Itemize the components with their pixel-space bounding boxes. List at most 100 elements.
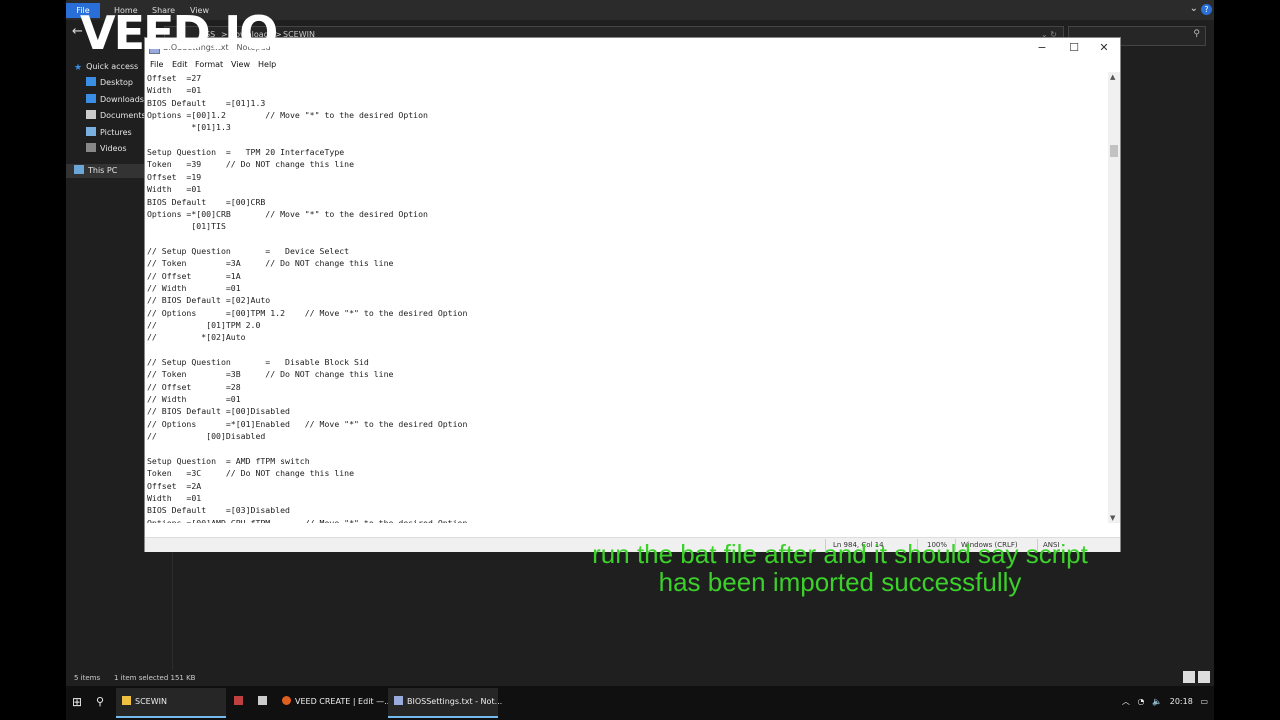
text-editor[interactable]: Offset =27 Width =01 BIOS Default =[01]1.3… — [147, 72, 1108, 523]
notepad-window: BIOSSettings.txt - Notepad − ☐ ✕ File Ed… — [144, 37, 1121, 552]
taskbar: ⊞ ⚲ SCEWIN VEED CREATE | Edit —... BIOSS… — [66, 686, 1214, 720]
star-icon: ★ — [74, 63, 83, 73]
text-line: Setup Question = AMD fTPM switch — [147, 455, 310, 466]
app-icon[interactable] — [234, 688, 247, 716]
text-line: *[01]1.3 — [147, 122, 231, 133]
sidebar-item-downloads[interactable]: Downloads — [86, 93, 144, 107]
menu-file[interactable]: File — [150, 60, 163, 69]
text-line: Options =[00]1.2 // Move "*" to the desi… — [147, 110, 428, 121]
sidebar-item-videos[interactable]: Videos — [86, 142, 127, 156]
sidebar-item-label: Videos — [100, 144, 127, 153]
notepad-icon — [394, 696, 403, 705]
text-line: // Options =*[01]Enabled // Move "*" to … — [147, 418, 468, 429]
details-view-icon[interactable] — [1183, 671, 1195, 683]
veed-watermark: VEED.IO — [80, 6, 278, 60]
folder-icon — [122, 696, 131, 705]
taskbar-item-notepad[interactable]: BIOSSettings.txt - Not... — [388, 688, 502, 718]
text-line: // Setup Question = Disable Block Sid — [147, 357, 369, 368]
scroll-down-icon[interactable]: ▼ — [1110, 514, 1115, 522]
text-line: Offset =19 — [147, 171, 202, 182]
minimize-icon[interactable]: − — [1028, 40, 1056, 56]
text-line: Setup Question = TPM 20 InterfaceType — [147, 147, 345, 158]
sidebar-item-pictures[interactable]: Pictures — [86, 126, 132, 140]
text-line: BIOS Default =[03]Disabled — [147, 505, 290, 516]
menu-edit[interactable]: Edit — [172, 60, 188, 69]
text-line: // Setup Question = Device Select — [147, 245, 350, 256]
caption-line: run the bat file after and it should say… — [592, 539, 1088, 569]
text-line: BIOS Default =[01]1.3 — [147, 97, 266, 108]
text-line: Offset =2A — [147, 480, 202, 491]
volume-icon[interactable]: 🔈 — [1152, 697, 1162, 706]
firefox-icon — [282, 696, 291, 705]
vertical-scrollbar[interactable]: ▲ ▼ — [1108, 72, 1120, 523]
menu-format[interactable]: Format — [195, 60, 223, 69]
notepad-menubar: File Edit Format View Help — [145, 58, 1120, 72]
help-icon[interactable]: ? — [1201, 4, 1212, 15]
app-icon — [234, 696, 243, 705]
tray-chevron-icon[interactable]: ︿ — [1122, 697, 1130, 706]
ribbon-expand-icon[interactable]: ⌄ — [1190, 3, 1198, 14]
text-line: // BIOS Default =[02]Auto — [147, 295, 271, 306]
text-line: // Width =01 — [147, 282, 241, 293]
text-line: Width =01 — [147, 492, 202, 503]
view-buttons — [1180, 671, 1210, 685]
text-line: Token =3C // Do NOT change this line — [147, 468, 355, 479]
start-icon[interactable]: ⊞ — [72, 688, 82, 716]
caption-line: has been imported successfully — [658, 567, 1022, 597]
menu-help[interactable]: Help — [258, 60, 276, 69]
selection-info: 1 item selected 151 KB — [114, 674, 196, 682]
search-icon: ⚲ — [1193, 29, 1200, 39]
documents-icon — [86, 110, 96, 119]
text-line: Width =01 — [147, 85, 202, 96]
text-line: // [00]Disabled — [147, 431, 266, 442]
text-line: Options =*[00]CRB // Move "*" to the des… — [147, 208, 428, 219]
desktop-icon — [86, 77, 96, 86]
screen-frame: File Home Share View ⌄ ? ← SS > Download… — [66, 0, 1214, 720]
notepad-titlebar[interactable]: BIOSSettings.txt - Notepad − ☐ ✕ — [145, 38, 1120, 58]
menu-view[interactable]: View — [231, 60, 250, 69]
download-icon — [86, 94, 96, 103]
sidebar-item-quick-access[interactable]: ★ Quick access — [74, 60, 138, 74]
sidebar-item-label: This PC — [88, 166, 118, 175]
taskbar-item-explorer[interactable]: SCEWIN — [116, 688, 226, 718]
sidebar-item-label: Downloads — [100, 95, 144, 104]
text-line: Token =39 // Do NOT change this line — [147, 159, 355, 170]
text-line: Options =[00]AMD CPU fTPM // Move "*" to… — [147, 517, 468, 523]
videos-icon — [86, 143, 96, 152]
text-line: [01]TIS — [147, 221, 226, 232]
sidebar-item-desktop[interactable]: Desktop — [86, 76, 133, 90]
sidebar-item-label: Quick access — [86, 62, 139, 71]
maximize-icon[interactable]: ☐ — [1060, 40, 1088, 56]
tiles-view-icon[interactable] — [1198, 671, 1210, 683]
item-count: 5 items — [74, 674, 101, 682]
network-icon[interactable]: ◔ — [1138, 697, 1145, 706]
notifications-icon[interactable]: ▭ — [1200, 697, 1208, 706]
search-icon[interactable]: ⚲ — [96, 688, 104, 716]
text-line: Width =01 — [147, 184, 202, 195]
text-line: // BIOS Default =[00]Disabled — [147, 406, 290, 417]
sidebar-item-label: Documents — [100, 111, 146, 120]
app-icon — [258, 696, 267, 705]
taskbar-item-label: SCEWIN — [135, 697, 167, 706]
sidebar-item-documents[interactable]: Documents — [86, 109, 146, 123]
system-tray: ︿ ◔ 🔈 20:18 ▭ — [1122, 688, 1208, 716]
explorer-statusbar: 5 items 1 item selected 151 KB — [66, 670, 1214, 686]
text-line: // Offset =1A — [147, 270, 241, 281]
text-line: // Options =[00]TPM 1.2 // Move "*" to t… — [147, 307, 468, 318]
pictures-icon — [86, 127, 96, 136]
video-caption: run the bat file after and it should say… — [560, 540, 1120, 596]
taskbar-item-label: BIOSSettings.txt - Not... — [407, 697, 503, 706]
text-line: // Token =3A // Do NOT change this line — [147, 258, 394, 269]
scroll-thumb[interactable] — [1110, 145, 1118, 157]
close-icon[interactable]: ✕ — [1090, 40, 1118, 56]
sidebar-item-label: Pictures — [100, 128, 132, 137]
text-line: // *[02]Auto — [147, 332, 246, 343]
app-icon[interactable] — [258, 688, 271, 716]
text-line: // Token =3B // Do NOT change this line — [147, 369, 394, 380]
taskbar-item-browser[interactable]: VEED CREATE | Edit —... — [278, 688, 392, 716]
text-line: // [01]TPM 2.0 — [147, 320, 261, 330]
text-line: BIOS Default =[00]CRB — [147, 196, 266, 207]
text-line: // Width =01 — [147, 394, 241, 405]
taskbar-item-label: VEED CREATE | Edit —... — [295, 697, 392, 706]
clock[interactable]: 20:18 — [1170, 697, 1193, 706]
